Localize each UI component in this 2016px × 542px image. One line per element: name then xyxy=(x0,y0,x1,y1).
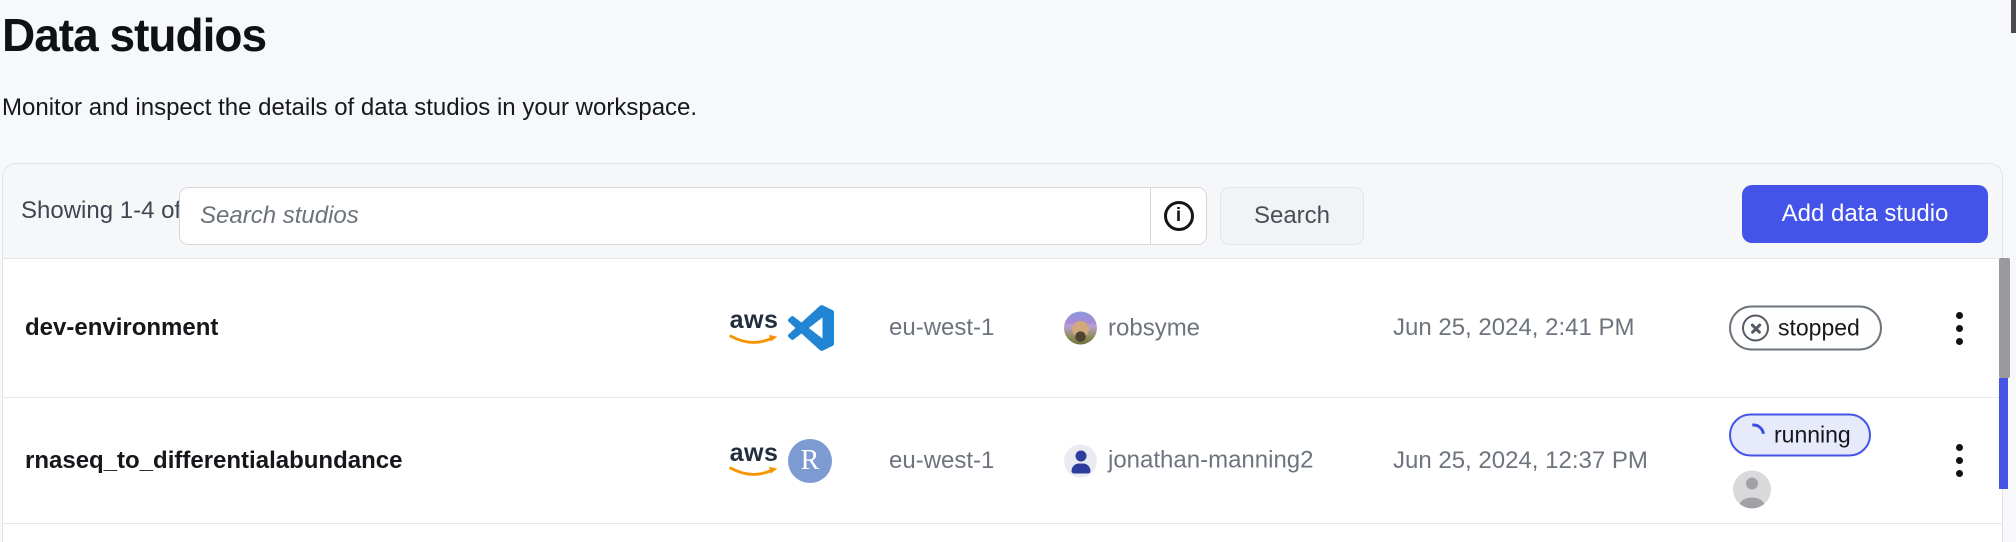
user-avatar xyxy=(1064,444,1097,477)
add-data-studio-button[interactable]: Add data studio xyxy=(1742,185,1988,243)
user-name: robsyme xyxy=(1108,314,1200,342)
aws-icon: aws xyxy=(729,310,779,345)
studio-icons: aws R xyxy=(729,439,832,483)
search-info-button[interactable] xyxy=(1150,188,1206,244)
aws-swoosh-icon xyxy=(729,333,779,346)
aws-icon: aws xyxy=(729,443,779,478)
table-row-dev-environment[interactable]: dev-environment aws eu-west-1 robsyme xyxy=(3,259,2002,398)
user-name: jonathan-manning2 xyxy=(1108,447,1314,475)
table-scrollbar-thumb[interactable] xyxy=(1999,258,2010,378)
status-label: stopped xyxy=(1778,315,1860,342)
info-icon xyxy=(1164,201,1194,231)
status-cell: running xyxy=(1729,413,1871,508)
search-group xyxy=(179,187,1207,245)
session-user-avatar xyxy=(1733,470,1771,508)
row-menu-button[interactable] xyxy=(1933,296,1985,360)
page-scrollbar-thumb[interactable] xyxy=(2011,0,2016,33)
kebab-icon xyxy=(1956,457,1963,464)
circle-x-icon xyxy=(1742,315,1769,342)
kebab-icon xyxy=(1956,325,1963,332)
search-button[interactable]: Search xyxy=(1220,187,1364,245)
vscode-icon xyxy=(788,305,834,351)
date-label: Jun 25, 2024, 2:41 PM xyxy=(1393,314,1635,342)
row-menu-cell xyxy=(1933,296,1985,360)
studio-icons: aws xyxy=(729,305,834,351)
row-menu-button[interactable] xyxy=(1933,429,1985,493)
spinner-icon xyxy=(1737,418,1769,450)
table-scrollbar-accent[interactable] xyxy=(1999,378,2008,489)
search-input[interactable] xyxy=(180,188,1150,244)
studio-name: dev-environment xyxy=(25,314,218,342)
user-cell: jonathan-manning2 xyxy=(1064,444,1314,477)
data-studios-page: Data studios Monitor and inspect the det… xyxy=(0,0,2016,542)
rstudio-icon: R xyxy=(788,439,832,483)
page-subtitle: Monitor and inspect the details of data … xyxy=(2,94,697,122)
toolbar: Showing 1-4 of 4 Search Add data studio xyxy=(3,164,2002,259)
row-menu-cell xyxy=(1933,429,1985,493)
studio-name: rnaseq_to_differentialabundance xyxy=(25,447,402,475)
user-avatar xyxy=(1064,312,1097,345)
table-row-rnaseq[interactable]: rnaseq_to_differentialabundance aws R eu… xyxy=(3,398,2002,524)
aws-label: aws xyxy=(730,310,779,331)
status-badge: stopped xyxy=(1729,306,1882,351)
aws-label: aws xyxy=(730,443,779,464)
region-label: eu-west-1 xyxy=(889,314,994,342)
page-title: Data studios xyxy=(2,8,266,62)
studios-panel: Showing 1-4 of 4 Search Add data studio … xyxy=(2,163,2003,542)
aws-swoosh-icon xyxy=(729,465,779,478)
status-cell: stopped xyxy=(1729,306,1882,351)
status-label: running xyxy=(1774,421,1851,448)
date-label: Jun 25, 2024, 12:37 PM xyxy=(1393,447,1648,475)
region-label: eu-west-1 xyxy=(889,447,994,475)
status-badge: running xyxy=(1729,413,1871,456)
table-row-partial xyxy=(3,524,2002,542)
results-count: Showing 1-4 of 4 xyxy=(21,197,201,225)
user-cell: robsyme xyxy=(1064,312,1200,345)
